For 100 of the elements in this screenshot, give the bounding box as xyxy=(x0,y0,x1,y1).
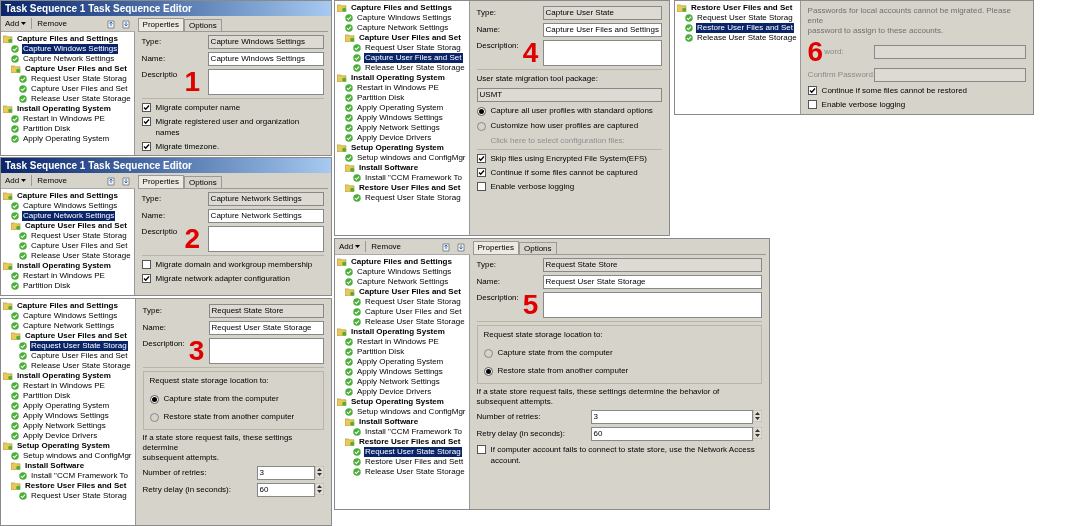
tree-item[interactable]: Apply Windows Settings xyxy=(22,411,110,421)
number-field[interactable]: 3 xyxy=(256,466,315,480)
radio-button[interactable] xyxy=(476,106,486,116)
text-field[interactable]: Capture User State xyxy=(542,6,662,20)
tree-item[interactable]: Capture Network Settings xyxy=(356,277,450,287)
tree-item[interactable]: Apply Operating System xyxy=(22,401,111,411)
tab[interactable]: Properties xyxy=(137,175,185,188)
tree-item[interactable]: Install "CCM Framework To xyxy=(364,173,463,183)
tree-item[interactable]: Capture User Files and Set xyxy=(24,221,128,231)
tab[interactable]: Properties xyxy=(472,241,519,254)
tree-item[interactable]: Install "CCM Framework To xyxy=(30,471,129,481)
checkbox[interactable] xyxy=(476,154,486,163)
text-field[interactable]: Capture Network Settings xyxy=(207,209,324,223)
radio-button[interactable] xyxy=(149,394,159,404)
tree-item[interactable]: Capture Files and Settings xyxy=(16,301,119,311)
tree-item[interactable]: Restart in Windows PE xyxy=(22,114,106,124)
description-field[interactable] xyxy=(542,292,762,318)
tree-item[interactable]: Restore User Files and Set xyxy=(696,23,795,33)
tree-item[interactable]: Install Software xyxy=(24,461,86,471)
number-field[interactable]: 60 xyxy=(256,483,315,497)
tree-item[interactable]: Capture Windows Settings xyxy=(356,267,453,277)
tree-item[interactable]: Release User State Storage xyxy=(30,251,132,261)
description-field[interactable] xyxy=(207,226,324,252)
text-field[interactable]: Request State Store xyxy=(542,258,762,272)
tree-item[interactable]: Capture Windows Settings xyxy=(356,13,453,23)
tree-item[interactable]: Capture User Files and Set xyxy=(24,331,128,341)
spinner-arrows-icon[interactable] xyxy=(315,466,324,478)
tree-item[interactable]: Restore User Files and Set xyxy=(358,437,462,447)
tree-item[interactable]: Partition Disk xyxy=(22,391,72,401)
tree-item[interactable]: Capture User Files and Set xyxy=(364,53,463,63)
checkbox[interactable] xyxy=(141,260,151,269)
tree-item[interactable]: Release User State Storage xyxy=(696,33,798,43)
tab[interactable]: Options xyxy=(519,242,557,254)
tree-item[interactable]: Request User State Storag xyxy=(364,297,462,307)
tree-item[interactable]: Setup windows and ConfigMgr xyxy=(356,407,467,417)
remove-button[interactable]: Remove xyxy=(371,240,402,253)
tree-item[interactable]: Release User State Storage xyxy=(364,467,466,477)
tree-item[interactable]: Apply Windows Settings xyxy=(356,113,444,123)
remove-button[interactable]: Remove xyxy=(37,17,68,30)
tree-item[interactable]: Restore User Files and Set xyxy=(690,3,794,13)
tree-item[interactable]: Restart in Windows PE xyxy=(22,271,106,281)
tree-item[interactable]: Capture User Files and Set xyxy=(30,241,129,251)
tree-item[interactable]: Capture Network Settings xyxy=(22,211,116,221)
tree-item[interactable]: Partition Disk xyxy=(356,93,406,103)
tree-item[interactable]: Capture User Files and Set xyxy=(30,351,129,361)
tree-item[interactable]: Apply Windows Settings xyxy=(356,367,444,377)
tree-item[interactable]: Apply Device Drivers xyxy=(356,387,433,397)
spinner-arrows-icon[interactable] xyxy=(753,410,762,422)
tree-item[interactable]: Restart in Windows PE xyxy=(356,337,440,347)
description-field[interactable] xyxy=(542,40,662,66)
checkbox[interactable] xyxy=(807,100,817,109)
add-button[interactable]: Add xyxy=(5,17,27,30)
tree-item[interactable]: Request User State Storag xyxy=(364,43,462,53)
tree-item[interactable]: Apply Network Settings xyxy=(356,377,441,387)
tree-item[interactable]: Apply Device Drivers xyxy=(22,431,99,441)
tree-item[interactable]: Request User State Storag xyxy=(30,491,128,501)
description-field[interactable] xyxy=(207,69,324,95)
checkbox[interactable] xyxy=(141,274,151,283)
tree-item[interactable]: Request User State Storag xyxy=(30,341,128,351)
tree-item[interactable]: Release User State Storage xyxy=(30,361,132,371)
tree-item[interactable]: Capture User Files and Set xyxy=(24,64,128,74)
tree-item[interactable]: Install "CCM Framework To xyxy=(364,427,463,437)
tree-item[interactable]: Setup windows and ConfigMgr xyxy=(356,153,467,163)
tab[interactable]: Properties xyxy=(137,18,185,31)
spinner-arrows-icon[interactable] xyxy=(315,483,324,495)
tree-item[interactable]: Request User State Storag xyxy=(364,447,462,457)
tree-item[interactable]: Apply Operating System xyxy=(356,357,445,367)
number-field[interactable]: 60 xyxy=(590,427,753,441)
tree-item[interactable]: Apply Operating System xyxy=(356,103,445,113)
text-field[interactable]: Request User State Storage xyxy=(542,275,762,289)
tree-item[interactable]: Setup Operating System xyxy=(16,441,111,451)
tree-item[interactable]: Capture Windows Settings xyxy=(22,44,119,54)
tree-item[interactable]: Restore User Files and Set xyxy=(358,183,462,193)
checkbox[interactable] xyxy=(476,182,486,191)
package-field[interactable]: USMT xyxy=(476,88,662,102)
tree-item[interactable]: Apply Device Drivers xyxy=(356,133,433,143)
tree-item[interactable]: Install Operating System xyxy=(350,73,446,83)
tree-item[interactable]: Partition Disk xyxy=(22,124,72,134)
tree-item[interactable]: Capture Files and Settings xyxy=(16,34,119,44)
add-button[interactable]: Add xyxy=(5,174,27,187)
text-field[interactable]: Request User State Storage xyxy=(208,321,324,335)
checkbox[interactable] xyxy=(476,445,486,454)
tree-item[interactable]: Install Operating System xyxy=(16,104,112,114)
tree-item[interactable]: Capture Files and Settings xyxy=(350,257,453,267)
tree-item[interactable]: Setup Operating System xyxy=(350,143,445,153)
text-field[interactable]: Request State Store xyxy=(208,304,324,318)
tree-item[interactable]: Request User State Storag xyxy=(30,231,128,241)
checkbox[interactable] xyxy=(141,117,151,126)
tree-item[interactable]: Apply Operating System xyxy=(22,134,111,144)
number-field[interactable]: 3 xyxy=(590,410,753,424)
tree-item[interactable]: Setup windows and ConfigMgr xyxy=(22,451,133,461)
tree-item[interactable]: Partition Disk xyxy=(356,347,406,357)
tree-item[interactable]: Capture User Files and Set xyxy=(358,33,462,43)
tree-item[interactable]: Capture User Files and Set xyxy=(364,307,463,317)
text-field[interactable]: Capture User Files and Settings xyxy=(542,23,662,37)
tree-item[interactable]: Partition Disk xyxy=(22,281,72,291)
tree-item[interactable]: Capture Network Settings xyxy=(22,321,116,331)
checkbox[interactable] xyxy=(476,168,486,177)
text-field[interactable] xyxy=(873,68,1026,82)
tree-item[interactable]: Capture User Files and Set xyxy=(358,287,462,297)
